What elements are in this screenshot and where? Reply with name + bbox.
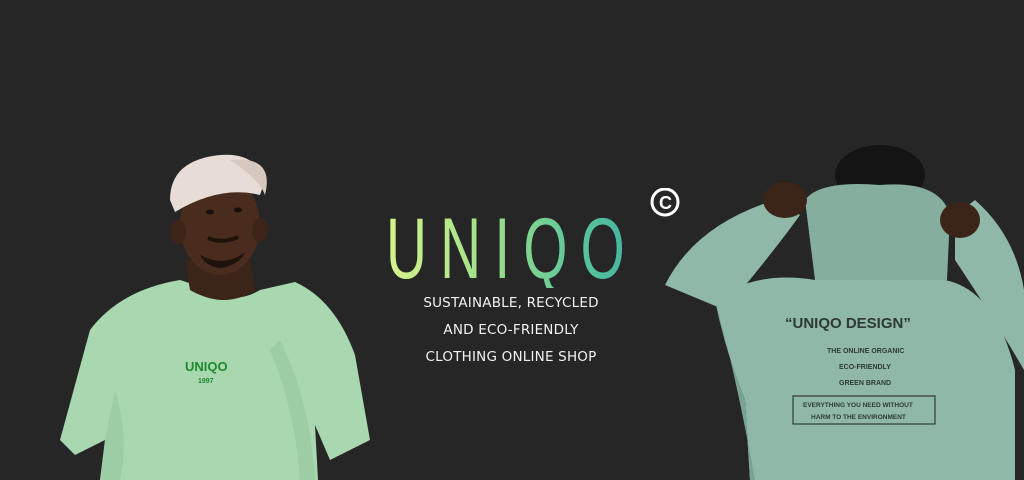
hoodie-title-text: “UNIQO DESIGN” (785, 315, 911, 332)
tagline-line-2: AND ECO-FRIENDLY (443, 322, 579, 338)
hoodie-box-line-1: EVERYTHING YOU NEED WITHOUT (803, 402, 913, 409)
hero-banner: UNIQO 1997 UNIQO C SUSTAINABLE, RECYCLED… (0, 0, 1024, 480)
hoodie-model-image: “UNIQO DESIGN” THE ONLINE ORGANIC ECO-FR… (655, 140, 1024, 480)
hoodie-box-line-2: HARM TO THE ENVIRONMENT (811, 414, 906, 421)
tshirt-model-image: UNIQO 1997 (60, 140, 380, 480)
brand-logo: UNIQO C (380, 188, 700, 288)
tagline: SUSTAINABLE, RECYCLED AND ECO-FRIENDLY C… (380, 290, 642, 371)
hoodie-line-2: ECO-FRIENDLY (839, 364, 891, 371)
tshirt-logo-text: UNIQO (185, 359, 228, 374)
hoodie-shape (715, 277, 1015, 480)
hoodie-line-1: THE ONLINE ORGANIC (827, 348, 904, 355)
hoodie-model-illustration: “UNIQO DESIGN” THE ONLINE ORGANIC ECO-FR… (665, 145, 1024, 480)
tagline-line-3: CLOTHING ONLINE SHOP (425, 349, 597, 365)
tshirt-year-text: 1997 (198, 378, 214, 385)
tshirt-model-illustration: UNIQO 1997 (60, 154, 370, 480)
brand-name: UNIQO (386, 201, 638, 288)
hoodie-line-3: GREEN BRAND (839, 380, 891, 387)
brand-wordmark: UNIQO C (386, 188, 680, 288)
tagline-line-1: SUSTAINABLE, RECYCLED (423, 295, 599, 311)
